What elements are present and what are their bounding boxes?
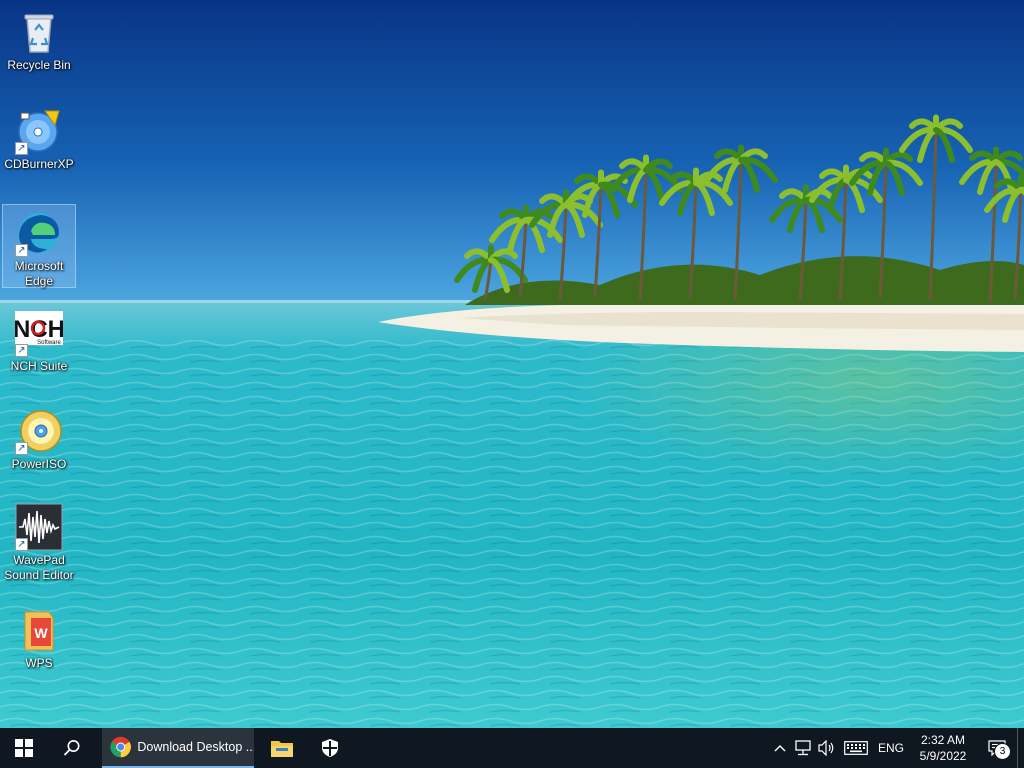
desktop-wallpaper bbox=[0, 0, 1024, 728]
shortcut-arrow-icon: ↗ bbox=[15, 442, 28, 455]
input-language-button[interactable]: ENG bbox=[873, 728, 909, 768]
desktop-icon-wps[interactable]: W WPS bbox=[2, 602, 76, 684]
touch-keyboard-button[interactable] bbox=[839, 728, 873, 768]
windows-security-icon bbox=[321, 738, 339, 758]
desktop-icon-poweriso[interactable]: ↗ PowerISO bbox=[2, 403, 76, 485]
desktop-icon-label: WavePad Sound Editor bbox=[2, 553, 76, 583]
desktop-icon-label: NCH Suite bbox=[2, 359, 76, 374]
search-button[interactable] bbox=[48, 728, 96, 768]
wps-icon: W bbox=[15, 606, 63, 654]
chrome-icon bbox=[110, 736, 131, 758]
shortcut-arrow-icon: ↗ bbox=[15, 142, 28, 155]
taskbar-pin-file-explorer[interactable] bbox=[258, 728, 306, 768]
desktop-icon-label: Recycle Bin bbox=[2, 58, 76, 73]
chevron-up-icon bbox=[774, 744, 786, 752]
desktop-icon-label: Microsoft Edge bbox=[9, 259, 69, 289]
taskbar: Download Desktop ... ENG 2:32 AM 5/9/202… bbox=[0, 728, 1024, 768]
poweriso-icon: ↗ bbox=[15, 407, 63, 455]
nch-software-text: Software bbox=[37, 340, 61, 346]
nch-suite-icon: NCH Software ↗ bbox=[15, 309, 63, 357]
system-tray: ENG 2:32 AM 5/9/2022 3 bbox=[769, 728, 1024, 768]
nch-logo-text: NCH bbox=[15, 316, 63, 343]
clock-time: 2:32 AM bbox=[921, 732, 965, 748]
desktop-icon-label: WPS bbox=[2, 656, 76, 671]
file-explorer-icon bbox=[270, 738, 294, 758]
tray-overflow-button[interactable] bbox=[769, 728, 791, 768]
windows-start-icon bbox=[15, 739, 33, 757]
clock-button[interactable]: 2:32 AM 5/9/2022 bbox=[909, 728, 977, 768]
notification-count-badge: 3 bbox=[994, 743, 1011, 760]
cdburnerxp-icon: ↗ bbox=[15, 107, 63, 155]
desktop-icon-recycle-bin[interactable]: Recycle Bin bbox=[2, 4, 76, 86]
microsoft-edge-icon: ↗ bbox=[15, 209, 63, 257]
taskbar-pin-windows-security[interactable] bbox=[306, 728, 354, 768]
desktop-icon-label: CDBurnerXP bbox=[2, 157, 76, 172]
shortcut-arrow-icon: ↗ bbox=[15, 538, 28, 551]
svg-text:W: W bbox=[34, 625, 48, 641]
shortcut-arrow-icon: ↗ bbox=[15, 344, 28, 357]
keyboard-icon bbox=[844, 741, 868, 755]
desktop-icon-wavepad[interactable]: ↗ WavePad Sound Editor bbox=[2, 499, 76, 587]
desktop-icon-microsoft-edge[interactable]: ↗ Microsoft Edge bbox=[2, 204, 76, 288]
action-center-button[interactable]: 3 bbox=[977, 728, 1017, 768]
volume-button[interactable] bbox=[815, 728, 839, 768]
desktop-icon-cdburnerxp[interactable]: ↗ CDBurnerXP bbox=[2, 103, 76, 185]
search-icon bbox=[63, 739, 81, 757]
network-button[interactable] bbox=[791, 728, 815, 768]
show-desktop-button[interactable] bbox=[1017, 728, 1024, 768]
shortcut-arrow-icon: ↗ bbox=[15, 244, 28, 257]
taskbar-app-label: Download Desktop ... bbox=[137, 740, 254, 754]
start-button[interactable] bbox=[0, 728, 48, 768]
speaker-icon bbox=[818, 740, 836, 756]
network-icon bbox=[794, 740, 812, 756]
wavepad-icon: ↗ bbox=[15, 503, 63, 551]
taskbar-app-chrome[interactable]: Download Desktop ... bbox=[102, 728, 254, 768]
clock-date: 5/9/2022 bbox=[920, 748, 967, 764]
desktop-icon-label: PowerISO bbox=[2, 457, 76, 472]
desktop-icon-nch-suite[interactable]: NCH Software ↗ NCH Suite bbox=[2, 305, 76, 387]
recycle-bin-icon bbox=[15, 8, 63, 56]
